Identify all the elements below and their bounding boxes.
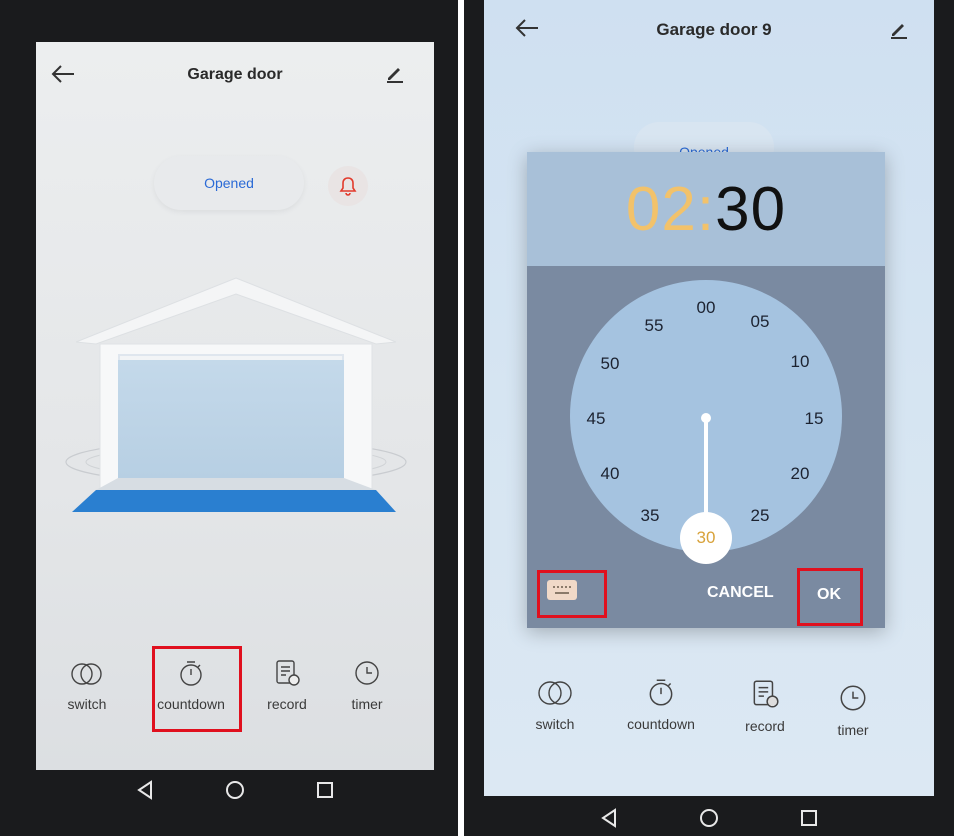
switch-icon [538, 681, 572, 705]
dial-number[interactable]: 50 [601, 354, 620, 374]
cancel-button[interactable]: CANCEL [707, 584, 774, 602]
toolbar-label: record [267, 696, 307, 712]
minutes-value[interactable]: 30 [715, 174, 786, 245]
toolbar-record[interactable]: record [720, 678, 810, 734]
countdown-icon [649, 679, 673, 706]
left-phone: Garage door Opened switch countdown reco… [0, 0, 458, 836]
toolbar-label: switch [67, 696, 107, 712]
toolbar-timer[interactable]: timer [808, 682, 898, 738]
dial-number[interactable]: 10 [791, 352, 810, 372]
toolbar-label: timer [837, 722, 869, 738]
countdown-highlight [152, 646, 242, 732]
keyboard-highlight [537, 570, 607, 618]
clock-center [701, 413, 711, 423]
time-display: 02 : 30 [527, 152, 885, 266]
status-pill: Opened [154, 156, 304, 210]
toolbar-label: switch [535, 716, 575, 732]
status-label: Opened [204, 175, 254, 191]
toolbar-switch[interactable]: switch [42, 660, 132, 712]
record-icon [753, 680, 779, 708]
page-title: Garage door 9 [656, 20, 772, 39]
timer-icon [355, 661, 379, 685]
home-nav-icon[interactable] [689, 798, 729, 836]
record-icon [276, 660, 300, 686]
dial-number[interactable]: 00 [697, 298, 716, 318]
clock-hand [704, 416, 708, 524]
system-navbar [36, 770, 434, 810]
dial-number-selected[interactable]: 30 [697, 528, 716, 548]
garage-illustration [56, 264, 416, 549]
dial-number[interactable]: 45 [587, 409, 606, 429]
toolbar-record[interactable]: record [242, 658, 332, 712]
dial-number[interactable]: 25 [751, 506, 770, 526]
page-title: Garage door [187, 66, 283, 83]
back-arrow-icon[interactable] [514, 16, 540, 45]
system-navbar [484, 800, 934, 836]
recents-nav-icon[interactable] [789, 798, 829, 836]
toolbar-label: countdown [627, 716, 695, 732]
back-arrow-icon[interactable] [50, 62, 76, 91]
left-screen: Garage door Opened switch countdown reco… [36, 42, 434, 770]
right-screen: Garage door 9 Opened 02 : 30 00 05 10 [484, 0, 934, 796]
toolbar-label: timer [351, 696, 383, 712]
alarm-button[interactable] [328, 166, 368, 206]
dial-number[interactable]: 15 [805, 409, 824, 429]
toolbar-label: record [745, 718, 785, 734]
clock-dial[interactable]: 00 05 10 15 20 25 30 35 40 45 50 55 [570, 280, 842, 564]
edit-icon[interactable] [888, 18, 910, 45]
bell-icon [339, 177, 357, 196]
time-separator: : [696, 174, 716, 244]
recents-nav-icon[interactable] [305, 770, 345, 810]
toolbar-switch[interactable]: switch [510, 678, 600, 732]
dial-number[interactable]: 20 [791, 464, 810, 484]
right-phone: Garage door 9 Opened 02 : 30 00 05 10 [464, 0, 954, 836]
back-nav-icon[interactable] [125, 770, 165, 810]
time-picker-dialog: 02 : 30 00 05 10 15 20 25 30 35 40 45 50 [527, 152, 885, 628]
toolbar-countdown[interactable]: countdown [616, 676, 706, 732]
ok-highlight [797, 568, 863, 626]
dial-number[interactable]: 05 [751, 312, 770, 332]
home-nav-icon[interactable] [215, 770, 255, 810]
dial-number[interactable]: 55 [645, 316, 664, 336]
edit-icon[interactable] [384, 62, 406, 89]
back-nav-icon[interactable] [589, 798, 629, 836]
hours-value[interactable]: 02 [626, 174, 697, 245]
dial-number[interactable]: 35 [641, 506, 660, 526]
dial-number[interactable]: 40 [601, 464, 620, 484]
switch-icon [71, 663, 102, 685]
toolbar-timer[interactable]: timer [322, 658, 412, 712]
timer-icon [840, 685, 866, 711]
